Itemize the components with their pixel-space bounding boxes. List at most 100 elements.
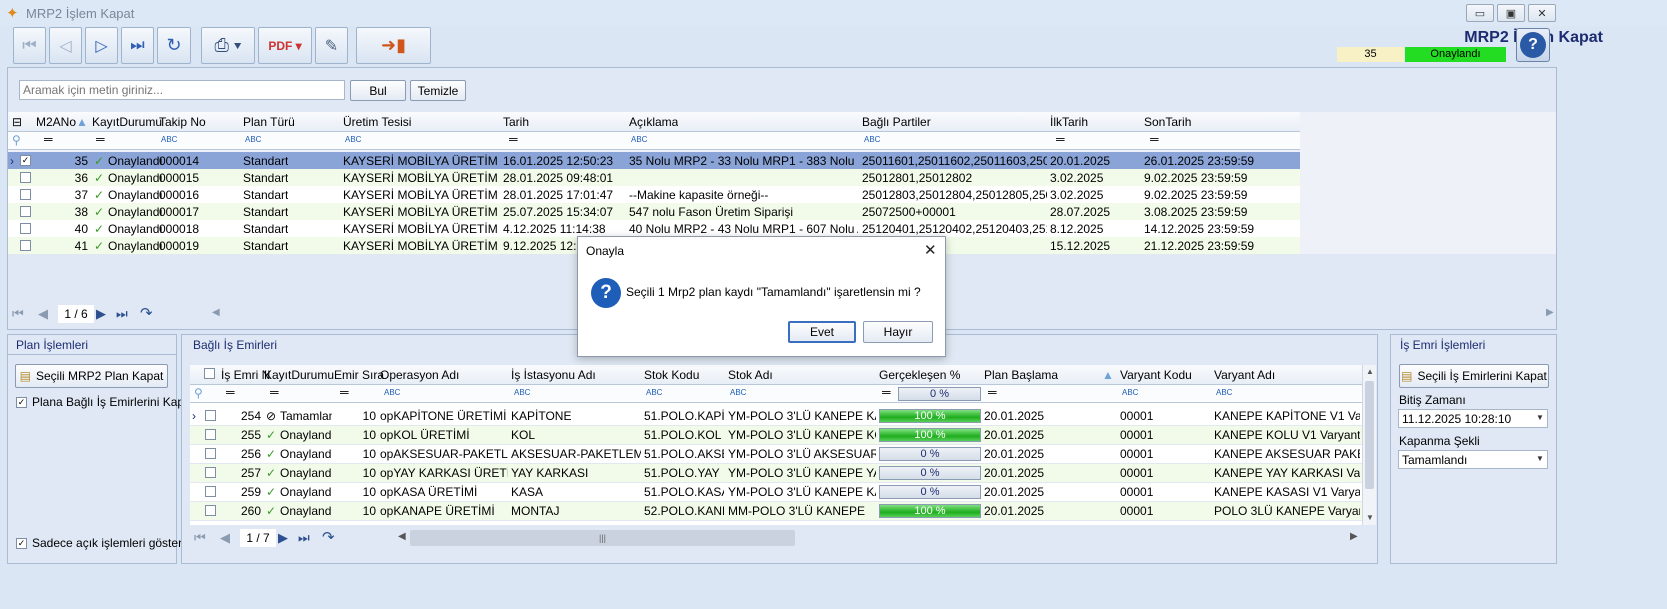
close-jobs-button[interactable]: ▤ Seçili İş Emirlerini Kapat xyxy=(1399,364,1549,388)
col-is-emri-no[interactable]: İş Emri N xyxy=(221,368,270,382)
col-m2ano[interactable]: M2ANo xyxy=(36,115,76,129)
col-sontarih[interactable]: SonTarih xyxy=(1144,115,1191,129)
row-checkbox[interactable] xyxy=(20,240,31,251)
only-open-checkbox[interactable]: ✓ xyxy=(16,538,27,549)
clear-button[interactable]: Temizle xyxy=(410,80,466,101)
prev-page-icon[interactable]: ◀ xyxy=(38,306,48,322)
refresh-page-icon[interactable]: ↷ xyxy=(322,528,335,546)
col-aciklama[interactable]: Açıklama xyxy=(629,115,678,129)
row-checkbox[interactable] xyxy=(205,467,216,478)
col-tarih[interactable]: Tarih xyxy=(503,115,529,129)
next-page-icon[interactable]: ▶ xyxy=(278,530,288,546)
jobs-vertical-scrollbar[interactable]: ▲ ▼ xyxy=(1362,365,1376,525)
col-planturu[interactable]: Plan Türü xyxy=(243,115,295,129)
next-record-button[interactable]: ▷ xyxy=(85,27,118,64)
scroll-up-icon[interactable]: ▲ xyxy=(1366,367,1374,376)
search-button[interactable]: Bul xyxy=(350,80,406,101)
chevron-down-icon[interactable]: ▼ xyxy=(1536,413,1544,422)
col-stok-kodu[interactable]: Stok Kodu xyxy=(644,368,699,382)
row-checkbox[interactable] xyxy=(205,410,216,421)
refresh-page-icon[interactable]: ↷ xyxy=(140,304,153,322)
check-icon: ✓ xyxy=(94,154,105,168)
status-badge: Onaylandı xyxy=(1405,47,1506,62)
plan-filter-row[interactable]: ⚲ ═ ═ ABC ABC ABC ═ ABC ABC ═ ═ xyxy=(8,132,1300,150)
col-kayit-durumu[interactable]: KayıtDurumu xyxy=(264,368,334,382)
row-checkbox[interactable] xyxy=(205,486,216,497)
last-page-icon[interactable]: ⏭ xyxy=(116,306,128,322)
jobs-filter-row[interactable]: ⚲ ═ ═ ═ ABC ABC ABC ABC ═ 0 % ═ ABC ABC xyxy=(190,385,1362,403)
yes-button[interactable]: Evet xyxy=(788,321,856,343)
first-page-icon[interactable]: ⏮ xyxy=(194,530,206,546)
prev-record-button[interactable]: ◁ xyxy=(49,27,82,64)
row-checkbox[interactable] xyxy=(20,189,31,200)
row-checkbox[interactable] xyxy=(20,172,31,183)
last-page-icon[interactable]: ⏭ xyxy=(298,530,310,546)
table-row[interactable]: › 254 ⊘ Tamamlandı 10 opKAPİTONE ÜRETİMİ… xyxy=(190,407,1362,426)
scroll-right-icon[interactable]: ▶ xyxy=(1546,307,1554,318)
row-checkbox[interactable] xyxy=(205,505,216,516)
maximize-button[interactable]: ▣ xyxy=(1497,4,1525,22)
horizontal-scroll-thumb[interactable]: ||| xyxy=(410,530,795,546)
header-expand-icon[interactable]: ⊟ xyxy=(12,115,22,129)
jobs-select-all-checkbox[interactable] xyxy=(204,368,215,382)
progress-filter[interactable]: 0 % xyxy=(898,387,981,401)
table-row[interactable]: 257 ✓ Onaylandı 10 opYAY KARKASI ÜRETİMİ… xyxy=(190,464,1362,483)
col-emir-sira[interactable]: Emir Sıra xyxy=(334,368,384,382)
close-jobs-checkbox[interactable]: ✓ xyxy=(16,397,27,408)
tools-button[interactable]: ✎ xyxy=(315,27,348,64)
table-row[interactable]: 38 ✓ Onaylandı 000017 Standart KAYSERİ M… xyxy=(8,203,1300,221)
row-checkbox[interactable] xyxy=(205,448,216,459)
close-mode-select[interactable]: Tamamlandı ▼ xyxy=(1398,450,1548,469)
table-row[interactable]: 255 ✓ Onaylandı 10 opKOL ÜRETİMİ KOL 51.… xyxy=(190,426,1362,445)
scroll-left-icon[interactable]: ◀ xyxy=(398,531,406,542)
row-checkbox[interactable]: ✓ xyxy=(20,155,31,166)
col-varyant-kodu[interactable]: Varyant Kodu xyxy=(1120,368,1192,382)
close-window-button[interactable]: ✕ xyxy=(1528,4,1556,22)
exit-button[interactable]: ➜▮ xyxy=(356,27,431,64)
close-plan-button[interactable]: ▤ Seçili MRP2 Plan Kapat xyxy=(15,364,168,388)
check-icon: ✓ xyxy=(94,188,105,202)
col-is-istasyonu-adi[interactable]: İş İstasyonu Adı xyxy=(511,368,596,382)
col-takipno[interactable]: Takip No xyxy=(159,115,206,129)
refresh-button[interactable]: ↻ xyxy=(157,27,191,64)
pdf-export-button[interactable]: PDF ▾ xyxy=(258,27,312,64)
row-checkbox[interactable] xyxy=(20,206,31,217)
print-button[interactable]: ⎙ ▾ xyxy=(201,27,255,64)
table-row[interactable]: 256 ✓ Onaylandı 10 opAKSESUAR-PAKETLEME … xyxy=(190,445,1362,464)
col-plan-baslama[interactable]: Plan Başlama xyxy=(984,368,1058,382)
col-varyant-adi[interactable]: Varyant Adı xyxy=(1214,368,1275,382)
first-record-button[interactable]: ⏮ xyxy=(13,27,46,64)
scroll-right-icon[interactable]: ▶ xyxy=(1350,531,1358,542)
prev-page-icon[interactable]: ◀ xyxy=(220,530,230,546)
table-row[interactable]: 36 ✓ Onaylandı 000015 Standart KAYSERİ M… xyxy=(8,169,1300,187)
end-time-input[interactable]: 11.12.2025 10:28:10 ▼ xyxy=(1398,409,1548,428)
prev-icon: ◁ xyxy=(59,37,72,55)
search-input[interactable] xyxy=(19,80,345,100)
minimize-button[interactable]: ▭ xyxy=(1466,4,1494,22)
first-page-icon[interactable]: ⏮ xyxy=(12,306,24,322)
table-row[interactable]: 37 ✓ Onaylandı 000016 Standart KAYSERİ M… xyxy=(8,186,1300,204)
no-button[interactable]: Hayır xyxy=(863,321,933,343)
col-gerceklesen[interactable]: Gerçekleşen % xyxy=(879,368,960,382)
table-row[interactable]: 259 ✓ Onaylandı 10 opKASA ÜRETİMİ KASA 5… xyxy=(190,483,1362,502)
table-row[interactable]: 260 ✓ Onaylandı 10 opKANAPE ÜRETİMİ MONT… xyxy=(190,502,1362,521)
col-stok-adi[interactable]: Stok Adı xyxy=(728,368,773,382)
dialog-close-icon[interactable]: ✕ xyxy=(924,241,937,259)
check-icon: ✓ xyxy=(266,466,277,480)
last-record-button[interactable]: ⏭ xyxy=(121,27,154,64)
scroll-left-icon[interactable]: ◀ xyxy=(212,307,220,318)
col-kayitdurumu[interactable]: KayıtDurumu xyxy=(92,115,162,129)
col-ilktarih[interactable]: İlkTarih xyxy=(1050,115,1088,129)
next-page-icon[interactable]: ▶ xyxy=(96,306,106,322)
col-operasyon-adi[interactable]: Operasyon Adı xyxy=(380,368,459,382)
scroll-down-icon[interactable]: ▼ xyxy=(1366,513,1374,522)
row-checkbox[interactable] xyxy=(205,429,216,440)
help-button[interactable]: ? xyxy=(1516,28,1550,62)
table-row[interactable]: › ✓ 35 ✓ Onaylandı 000014 Standart KAYSE… xyxy=(8,152,1300,170)
scroll-thumb[interactable] xyxy=(1365,381,1374,489)
row-checkbox[interactable] xyxy=(20,223,31,234)
chevron-down-icon[interactable]: ▼ xyxy=(1536,454,1544,463)
sort-asc-icon: ▲ xyxy=(76,115,88,129)
col-uretimtesisi[interactable]: Üretim Tesisi xyxy=(343,115,411,129)
col-baglipartiler[interactable]: Bağlı Partiler xyxy=(862,115,931,129)
